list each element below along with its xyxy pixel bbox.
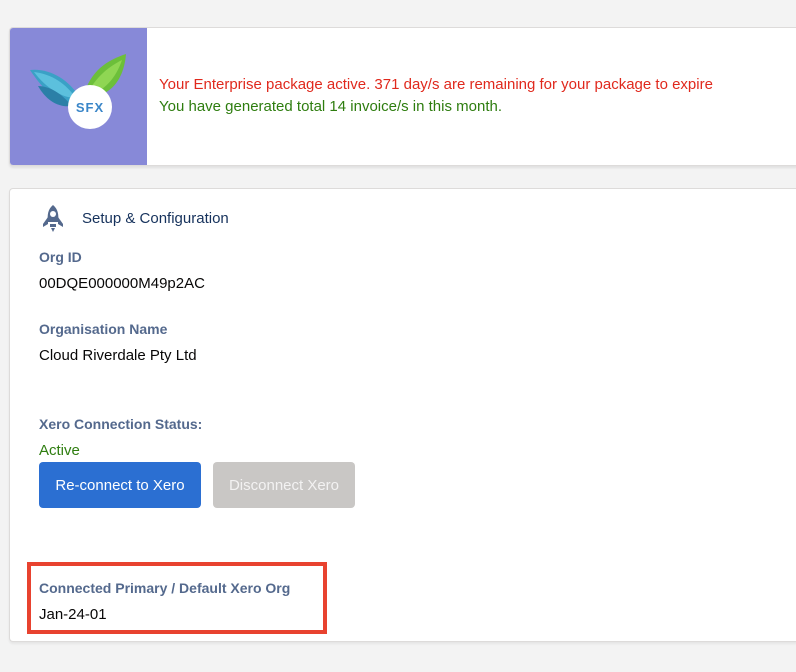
default-org-value: Jan-24-01 (39, 606, 107, 623)
org-name-label: Organisation Name (39, 321, 168, 337)
default-org-highlight (27, 562, 327, 634)
logo-panel: SFX (10, 28, 147, 165)
reconnect-xero-button[interactable]: Re-connect to Xero (39, 462, 201, 508)
package-banner: SFX Your Enterprise package active. 371 … (9, 27, 796, 166)
package-expiry-message: Your Enterprise package active. 371 day/… (159, 76, 713, 93)
invoice-count-message: You have generated total 14 invoice/s in… (159, 98, 503, 115)
sfx-logo: SFX (30, 54, 126, 129)
org-id-value: 00DQE000000M49p2AC (39, 275, 205, 292)
org-name-value: Cloud Riverdale Pty Ltd (39, 347, 197, 364)
card-header: Setup & Configuration (38, 203, 229, 233)
banner-messages: Your Enterprise package active. 371 day/… (159, 74, 713, 118)
disconnect-xero-button: Disconnect Xero (213, 462, 355, 508)
card-title: Setup & Configuration (82, 209, 229, 227)
rocket-icon (38, 203, 68, 233)
connection-status-label: Xero Connection Status: (39, 416, 203, 432)
setup-configuration-card: Setup & Configuration Org ID 00DQE000000… (9, 188, 796, 642)
page: SFX Your Enterprise package active. 371 … (0, 0, 796, 672)
org-id-label: Org ID (39, 249, 82, 265)
svg-text:SFX: SFX (76, 100, 104, 115)
default-org-label: Connected Primary / Default Xero Org (39, 580, 291, 596)
connection-status-value: Active (39, 442, 80, 459)
